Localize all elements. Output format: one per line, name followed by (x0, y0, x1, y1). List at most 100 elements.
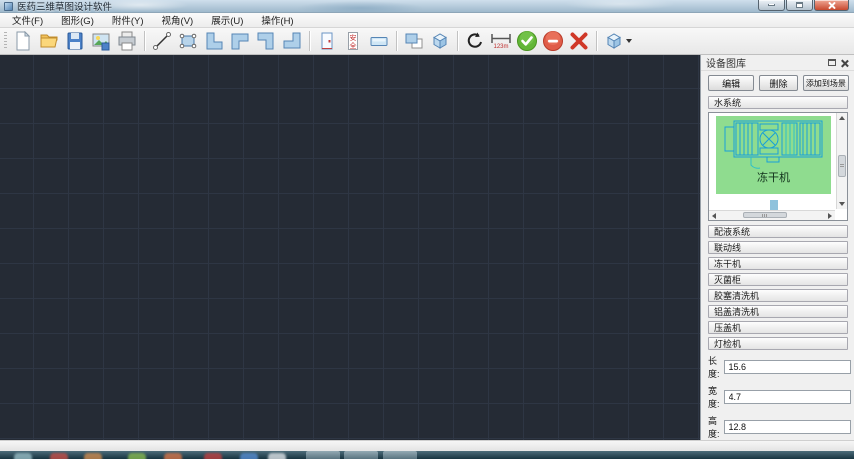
panel-close-icon[interactable] (841, 59, 849, 67)
minimize-button[interactable] (758, 0, 785, 11)
door-button[interactable] (314, 30, 340, 53)
menu-file[interactable]: 文件(F) (3, 12, 52, 28)
door-icon (317, 31, 337, 51)
maximize-button[interactable] (786, 0, 813, 11)
drawing-canvas[interactable] (0, 55, 700, 440)
length-input[interactable] (724, 360, 851, 374)
line-tool-button[interactable] (149, 30, 175, 53)
width-row: 宽度: (708, 384, 848, 410)
library-horizontal-scrollbar[interactable] (709, 210, 835, 220)
taskbar-icon (268, 453, 286, 459)
remove-button[interactable] (540, 30, 566, 53)
library-vertical-scrollbar[interactable] (836, 113, 847, 209)
menu-graphics[interactable]: 图形(G) (52, 12, 103, 28)
titlebar: 医药三维草图设计软件 (0, 0, 854, 13)
corner-wall-1-icon (204, 31, 224, 51)
delete-item-button[interactable]: 删除 (759, 75, 798, 91)
corner-wall-1-button[interactable] (201, 30, 227, 53)
dropdown-caret-icon (626, 39, 632, 43)
toolbar: 安 全 (0, 28, 854, 55)
scroll-down-icon (839, 202, 845, 206)
library-item-selected[interactable]: 冻干机 (716, 116, 831, 194)
rect-node-tool-icon (178, 31, 198, 51)
close-button[interactable] (814, 0, 849, 11)
menubar: 文件(F) 图形(G) 附件(Y) 视角(V) 展示(U) 操作(H) (0, 13, 854, 28)
category-stopper-washer[interactable]: 胶塞清洗机 (708, 289, 848, 302)
menu-display[interactable]: 展示(U) (202, 12, 252, 28)
save-icon (65, 31, 85, 51)
new-file-button[interactable] (10, 30, 36, 53)
corner-wall-3-button[interactable] (253, 30, 279, 53)
float-panel-icon[interactable] (828, 59, 836, 66)
delete-button[interactable] (566, 30, 592, 53)
taskbar-icon (204, 453, 222, 459)
measure-button[interactable]: 123m (488, 30, 514, 53)
view-mode-cube-icon (604, 31, 624, 51)
height-input[interactable] (724, 420, 851, 434)
print-button[interactable] (114, 30, 140, 53)
category-cap-washer[interactable]: 铝盖清洗机 (708, 305, 848, 318)
view-mode-button[interactable] (601, 30, 635, 53)
corner-wall-3-icon (256, 31, 276, 51)
vertical-scroll-thumb[interactable] (838, 155, 846, 177)
safety-door-button[interactable]: 安 全 (340, 30, 366, 53)
save-button[interactable] (62, 30, 88, 53)
horizontal-scroll-thumb[interactable] (743, 212, 787, 218)
width-input[interactable] (724, 390, 851, 404)
svg-text:安: 安 (350, 33, 357, 42)
app-window: 医药三维草图设计软件 文件(F) 图形(G) 附件(Y) 视角(V) 展示(U)… (0, 0, 854, 459)
open-folder-button[interactable] (36, 30, 62, 53)
taskbar-icon (240, 453, 258, 459)
corner-wall-4-button[interactable] (279, 30, 305, 53)
confirm-button[interactable] (514, 30, 540, 53)
taskbar-button[interactable] (306, 451, 340, 459)
add-to-scene-button[interactable]: 添加到场景 (803, 75, 849, 91)
taskbar-button[interactable] (383, 451, 417, 459)
edit-button[interactable]: 编辑 (708, 75, 754, 91)
taskbar-icon (14, 453, 32, 459)
category-accordion: 配液系统 联动线 冻干机 灭菌柜 胶塞清洗机 铝盖清洗机 压盖机 灯检机 (701, 223, 854, 351)
statusbar (0, 440, 854, 451)
scroll-up-icon (839, 116, 845, 120)
window-controls (757, 0, 849, 11)
minimize-icon (768, 4, 775, 6)
export-image-icon (91, 31, 111, 51)
measure-icon: 123m (490, 31, 512, 51)
menu-attachments[interactable]: 附件(Y) (103, 12, 153, 28)
category-light-inspector[interactable]: 灯检机 (708, 337, 848, 350)
freeze-dryer-thumbnail (721, 116, 827, 172)
corner-wall-2-button[interactable] (227, 30, 253, 53)
line-tool-icon (152, 31, 172, 51)
category-water-system[interactable]: 水系统 (708, 96, 848, 109)
category-capping-machine[interactable]: 压盖机 (708, 321, 848, 334)
category-liquid-prep[interactable]: 配液系统 (708, 225, 848, 238)
window-button[interactable] (366, 30, 392, 53)
category-linkage-line[interactable]: 联动线 (708, 241, 848, 254)
category-sterilizer[interactable]: 灭菌柜 (708, 273, 848, 286)
new-file-icon (13, 31, 33, 51)
toolbar-grip[interactable] (4, 32, 7, 50)
remove-icon (542, 30, 564, 52)
window-icon (369, 31, 389, 51)
copy-2d-icon (404, 31, 424, 51)
panel-title: 设备图库 (706, 55, 828, 70)
toolbar-separator (596, 31, 597, 51)
length-label: 长度: (708, 354, 720, 380)
library-item-label: 冻干机 (757, 173, 790, 184)
rotate-button[interactable] (462, 30, 488, 53)
app-icon (4, 2, 13, 11)
scroll-left-icon (712, 213, 716, 219)
cube-3d-button[interactable] (427, 30, 453, 53)
menu-view[interactable]: 视角(V) (153, 12, 203, 28)
dimension-fields: 长度: 宽度: 高度: (701, 351, 854, 440)
os-taskbar[interactable] (0, 451, 854, 459)
copy-2d-button[interactable] (401, 30, 427, 53)
export-image-button[interactable] (88, 30, 114, 53)
safety-door-icon: 安 全 (343, 31, 363, 51)
rect-node-tool-button[interactable] (175, 30, 201, 53)
maximize-icon (796, 2, 803, 8)
taskbar-button[interactable] (344, 451, 378, 459)
open-folder-icon (39, 31, 59, 51)
menu-operations[interactable]: 操作(H) (252, 12, 302, 28)
category-freeze-dryer[interactable]: 冻干机 (708, 257, 848, 270)
